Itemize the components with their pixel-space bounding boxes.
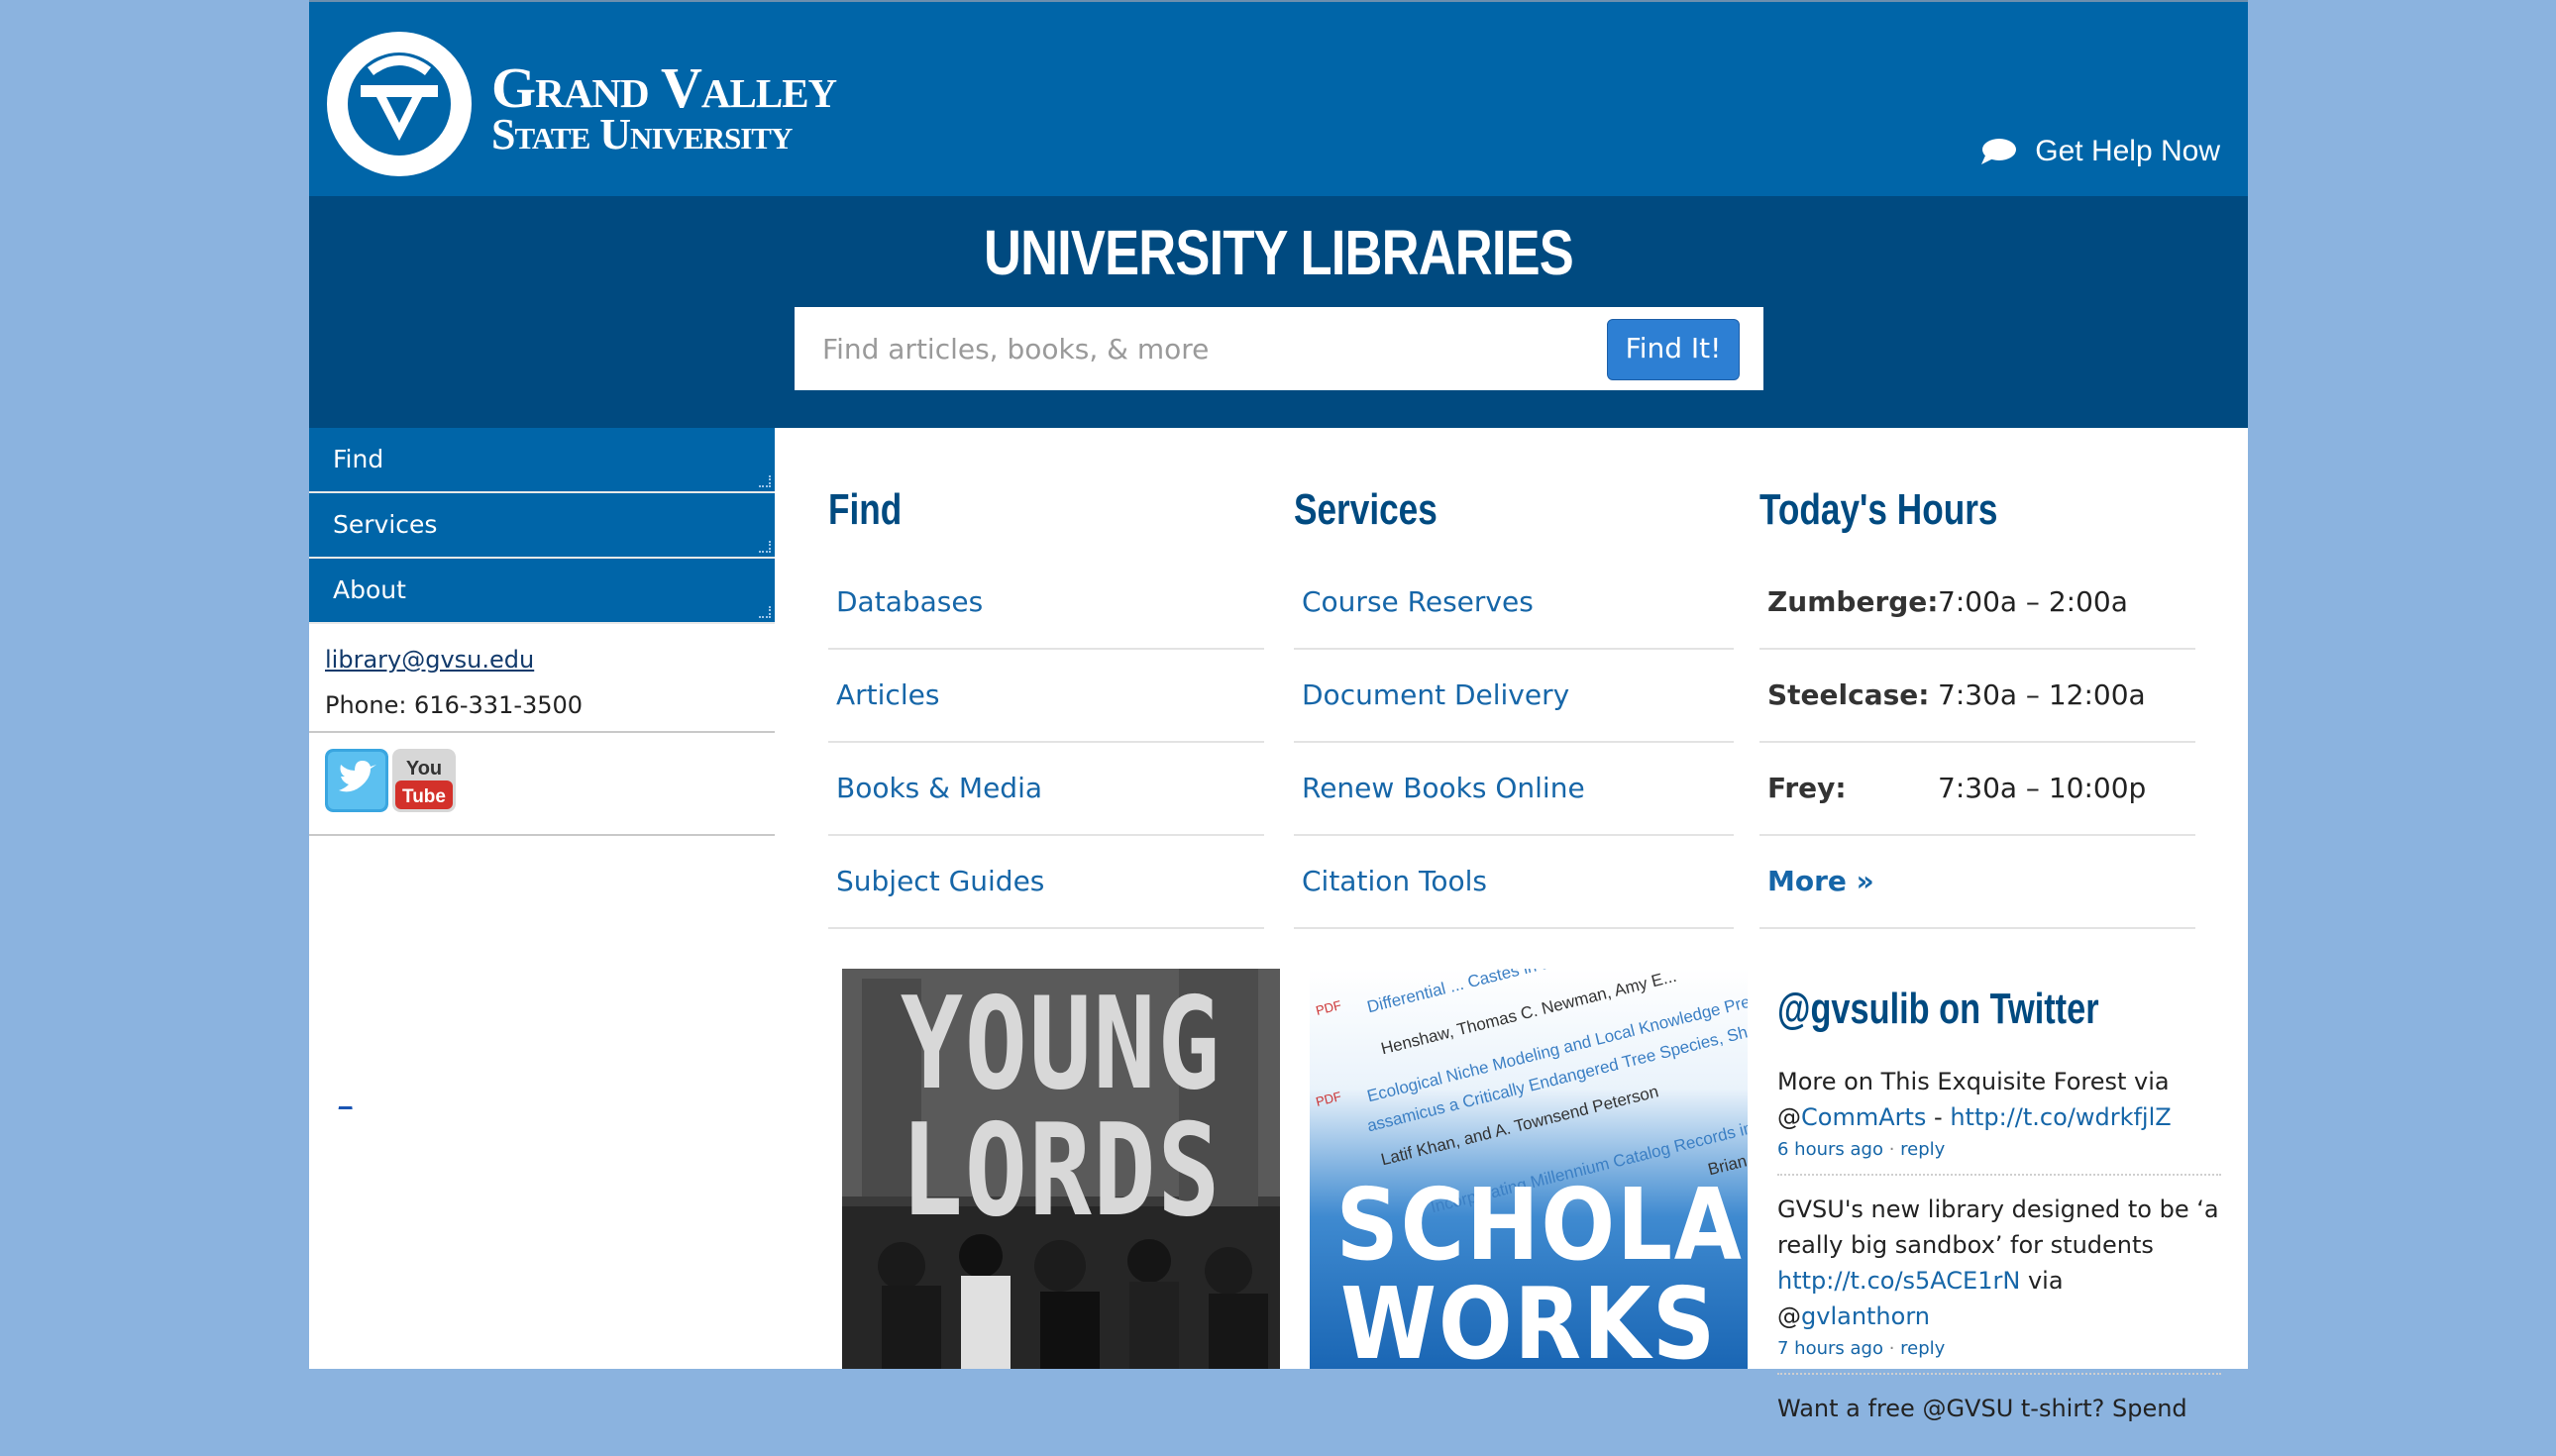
find-it-button[interactable]: Find It! (1607, 319, 1740, 380)
tweet-url-link[interactable]: http://t.co/wdrkfjlZ (1950, 1103, 2171, 1131)
scholarworks-promo[interactable]: PDF Differential ... Castes in a Primiti… (1310, 969, 1748, 1369)
hours-time: 7:30a – 10:00p (1938, 772, 2147, 804)
hours-row: Frey: 7:30a – 10:00p (1759, 743, 2195, 836)
contact-info: library@gvsu.edu Phone: 616-331-3500 (309, 624, 775, 731)
service-link-document-delivery[interactable]: Document Delivery (1294, 650, 1734, 743)
search-input[interactable] (795, 307, 1587, 390)
twitter-icon[interactable] (325, 749, 388, 812)
find-link-articles[interactable]: Articles (828, 650, 1264, 743)
find-column: Find Databases Articles Books & Media Su… (828, 485, 1264, 929)
find-link-databases[interactable]: Databases (828, 557, 1264, 650)
get-help-link[interactable]: Get Help Now (1979, 135, 2220, 168)
tweet-reply-link[interactable]: reply (1900, 1139, 1945, 1160)
find-link-subject-guides[interactable]: Subject Guides (828, 836, 1264, 929)
tweet: GVSU's new library designed to be ‘a rea… (1777, 1192, 2221, 1375)
gvsu-logo[interactable]: Grand Valley State University (325, 30, 850, 184)
site-header: Grand Valley State University Get Help N… (309, 0, 2248, 196)
pdf-icon: PDF (1314, 1089, 1343, 1109)
tweet: Want a free @GVSU t-shirt? Spend (1777, 1391, 2221, 1440)
find-heading: Find (828, 485, 903, 534)
svg-text:You: You (406, 758, 442, 780)
gvsu-seal-icon (327, 32, 472, 176)
youtube-icon[interactable]: You Tube (392, 749, 456, 812)
wordmark-line2: State University (491, 110, 793, 158)
sidebar-item-label: Services (333, 510, 438, 539)
hours-location: Frey: (1767, 772, 1847, 804)
wordmark-line1: Grand Valley (491, 55, 837, 120)
hours-time: 7:30a – 12:00a (1938, 678, 2146, 711)
tweet-meta: 7 hours ago · reply (1777, 1338, 1946, 1359)
email-link[interactable]: library@gvsu.edu (325, 640, 759, 679)
sidebar-item-find[interactable]: Find (309, 428, 775, 493)
tweet-text-part: GVSU's new library designed to be ‘a rea… (1777, 1196, 2219, 1259)
pdf-icon: PDF (1314, 997, 1343, 1018)
hours-row: Zumberge:7:00a – 2:00a (1759, 557, 2195, 650)
twitter-heading: @gvsulib on Twitter (1777, 985, 2099, 1033)
more-hours-link[interactable]: More » (1759, 836, 2195, 929)
tweet-text: More on This Exquisite Forest via @CommA… (1777, 1064, 2221, 1135)
service-link-course-reserves[interactable]: Course Reserves (1294, 557, 1734, 650)
hours-location: Zumberge: (1767, 585, 1939, 618)
tweet-text: GVSU's new library designed to be ‘a rea… (1777, 1192, 2221, 1334)
services-column: Services Course Reserves Document Delive… (1294, 485, 1734, 929)
young-lords-promo[interactable]: YOUNG LORDS (842, 969, 1280, 1369)
services-heading: Services (1294, 485, 1438, 534)
tweet-reply-link[interactable]: reply (1900, 1338, 1945, 1359)
sidebar-item-label: Find (333, 445, 384, 473)
svg-text:Tube: Tube (402, 786, 446, 807)
tweet-time-link[interactable]: 6 hours ago (1777, 1139, 1883, 1160)
tweet-url-link[interactable]: http://t.co/s5ACE1rN (1777, 1267, 2020, 1295)
search-form: Find It! (795, 307, 1763, 390)
scholarworks-title-line2: WORKS (1339, 1266, 1717, 1369)
get-help-label: Get Help Now (2035, 135, 2220, 167)
hours-row: Steelcase: 7:30a – 12:00a (1759, 650, 2195, 743)
hours-heading: Today's Hours (1759, 485, 1998, 534)
expand-grip-icon (759, 541, 771, 553)
tweet-mention-link[interactable]: gvlanthorn (1801, 1302, 1930, 1330)
social-links: You Tube (309, 733, 775, 834)
tweet: More on This Exquisite Forest via @CommA… (1777, 1064, 2221, 1176)
service-link-renew-books[interactable]: Renew Books Online (1294, 743, 1734, 836)
twitter-feed: @gvsulib on Twitter More on This Exquisi… (1777, 985, 2221, 1456)
hours-time: 7:00a – 2:00a (1938, 585, 2128, 618)
sidebar-item-about[interactable]: About (309, 559, 775, 624)
sidebar-item-services[interactable]: Services (309, 493, 775, 559)
expand-grip-icon (759, 606, 771, 618)
sidebar: Find Services About library@gvsu.edu Pho… (309, 428, 775, 836)
skip-link[interactable]: _ (339, 1084, 352, 1111)
divider (309, 834, 775, 836)
tweet-text-part: - (1926, 1103, 1951, 1131)
young-lords-title-line2: LORDS (900, 1097, 1223, 1245)
page: Grand Valley State University Get Help N… (309, 0, 2248, 1422)
service-link-citation-tools[interactable]: Citation Tools (1294, 836, 1734, 929)
hours-column: Today's Hours Zumberge:7:00a – 2:00a Ste… (1759, 485, 2195, 929)
page-title: UNIVERSITY LIBRARIES (984, 217, 1574, 288)
young-lords-title-line1: YOUNG (900, 971, 1223, 1118)
phone-number: Phone: 616-331-3500 (325, 691, 584, 719)
tweet-mention-link[interactable]: CommArts (1801, 1103, 1926, 1131)
sidebar-item-label: About (333, 575, 406, 604)
hours-location: Steelcase: (1767, 678, 1930, 711)
tweet-text: Want a free @GVSU t-shirt? Spend (1777, 1395, 2187, 1422)
university-wordmark: Grand Valley State University (491, 55, 837, 158)
find-link-books-media[interactable]: Books & Media (828, 743, 1264, 836)
tweet-meta: 6 hours ago · reply (1777, 1139, 1946, 1160)
tweet-time-link[interactable]: 7 hours ago (1777, 1338, 1883, 1359)
library-banner: UNIVERSITY LIBRARIES Find It! (309, 196, 2248, 428)
chat-bubble-icon (1981, 139, 2017, 164)
expand-grip-icon (759, 475, 771, 487)
